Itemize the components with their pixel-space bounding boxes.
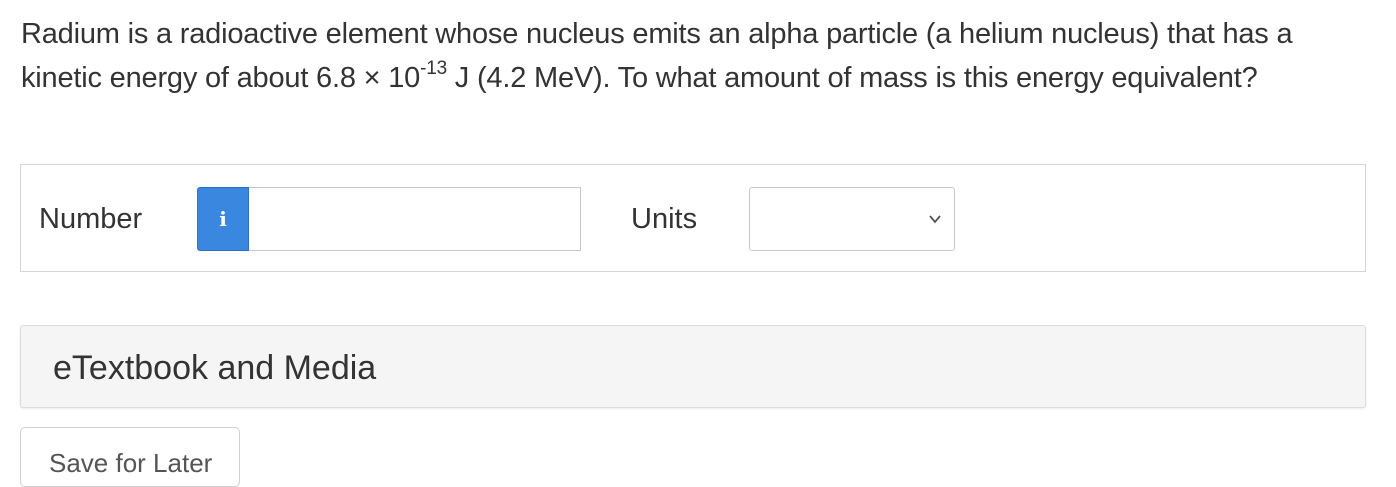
save-for-later-label: Save for Later — [49, 448, 213, 478]
etextbook-title: eTextbook and Media — [53, 349, 377, 387]
units-label: Units — [631, 203, 698, 235]
info-icon: i — [219, 207, 227, 231]
info-button[interactable]: i — [197, 187, 249, 251]
chevron-down-icon — [929, 215, 941, 224]
save-for-later-button[interactable]: Save for Later — [20, 427, 240, 487]
question-exponent: -13 — [420, 58, 447, 80]
question-text: Radium is a radioactive element whose nu… — [21, 12, 1381, 100]
etextbook-panel[interactable]: eTextbook and Media — [20, 325, 1366, 408]
number-label: Number — [39, 203, 143, 235]
answer-box: Number i Units — [20, 164, 1366, 272]
question-text-part2: J (4.2 MeV). To what amount of mass is t… — [446, 62, 1258, 94]
units-select[interactable] — [749, 187, 955, 251]
number-input[interactable] — [249, 187, 581, 251]
